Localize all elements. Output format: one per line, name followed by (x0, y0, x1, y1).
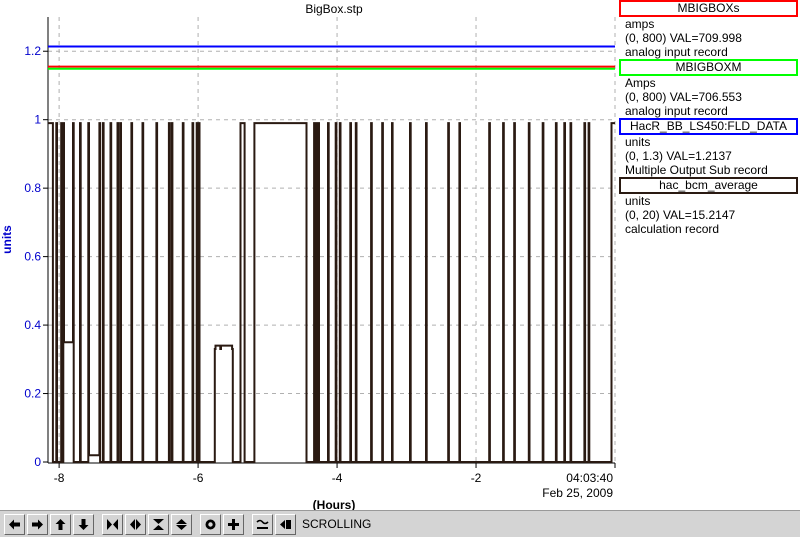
channel-legend-panel: MBIGBOXs amps (0, 800) VAL=709.998 analo… (619, 0, 800, 510)
channel-range-value: (0, 800) VAL=706.553 (625, 90, 742, 104)
channel-range-value: (0, 20) VAL=15.2147 (625, 208, 736, 222)
channel-name[interactable]: hac_bcm_average (619, 177, 798, 194)
channel-record-type: calculation record (625, 222, 720, 236)
chart-title: BigBox.stp (305, 2, 363, 16)
crosshair-icon[interactable] (223, 513, 244, 535)
y-tick-label: 0.2 (24, 387, 41, 401)
channel-name[interactable]: HacR_BB_LS450:FLD_DATA (619, 118, 798, 135)
date-label: Feb 25, 2009 (542, 486, 613, 500)
zoom-out-horizontal-icon[interactable] (125, 513, 146, 535)
channel-record-type: Multiple Output Sub record (625, 163, 768, 177)
strip-chart[interactable]: 0 0.2 0.4 0.6 0.8 1 1.2 -8 -6 -4 -2 04:03:40Feb 25,… (0, 0, 620, 510)
y-tick-label: 1.2 (24, 44, 41, 58)
arrow-right-icon[interactable] (27, 513, 48, 535)
arrow-left-icon[interactable] (4, 513, 25, 535)
channel-range-value: (0, 800) VAL=709.998 (625, 31, 742, 45)
channel-record-type: analog input record (625, 45, 728, 59)
trend-icon[interactable] (252, 513, 273, 535)
arrow-up-icon[interactable] (50, 513, 71, 535)
channel-block[interactable]: MBIGBOXs amps (0, 800) VAL=709.998 analo… (619, 0, 800, 59)
channel-block[interactable]: MBIGBOXM Amps (0, 800) VAL=706.553 analo… (619, 59, 800, 118)
series-line (48, 122, 615, 463)
channel-name[interactable]: MBIGBOXs (619, 0, 798, 17)
channel-record-type: analog input record (625, 104, 728, 118)
channel-units: Amps (625, 76, 656, 90)
plot-area[interactable]: 0 0.2 0.4 0.6 0.8 1 1.2 -8 -6 -4 -2 04:03:40 Feb 25,… (0, 0, 620, 510)
autoscale-icon[interactable] (200, 513, 221, 535)
x-tick-label: -8 (54, 471, 65, 485)
y-tick-label: 0 (34, 455, 41, 469)
y-tick-label: 0.8 (24, 181, 41, 195)
status-text: SCROLLING (302, 517, 372, 531)
channel-block[interactable]: hac_bcm_average units (0, 20) VAL=15.214… (619, 177, 800, 236)
y-axis-label: units (0, 225, 14, 254)
channel-units: units (625, 135, 651, 149)
channel-name[interactable]: MBIGBOXM (619, 59, 798, 76)
y-tick-label: 1 (34, 113, 41, 127)
channel-units: units (625, 194, 651, 208)
y-tick-label: 0.4 (24, 318, 41, 332)
toolbar: SCROLLING (0, 510, 800, 537)
zoom-out-vertical-icon[interactable] (171, 513, 192, 535)
zoom-in-horizontal-icon[interactable] (102, 513, 123, 535)
x-tick-label: -4 (332, 471, 343, 485)
channel-block[interactable]: HacR_BB_LS450:FLD_DATA units (0, 1.3) VA… (619, 118, 800, 177)
x-tick-label: -2 (471, 471, 482, 485)
x-axis-label: (Hours) (313, 498, 356, 510)
zoom-in-vertical-icon[interactable] (148, 513, 169, 535)
y-tick-label: 0.6 (24, 250, 41, 264)
channel-units: amps (625, 17, 655, 31)
arrow-down-icon[interactable] (73, 513, 94, 535)
time-label: 04:03:40 (566, 471, 613, 485)
x-tick-label: -6 (193, 471, 204, 485)
snapshot-icon[interactable] (275, 513, 296, 535)
channel-range-value: (0, 1.3) VAL=1.2137 (625, 149, 732, 163)
